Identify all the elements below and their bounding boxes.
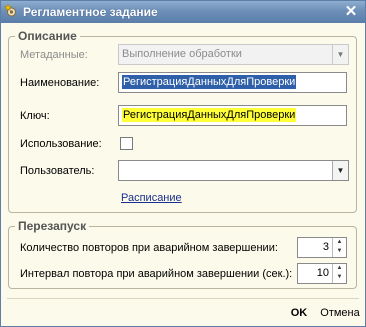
close-button[interactable]: ✕	[343, 4, 359, 20]
spin-up-icon[interactable]: ▲	[333, 238, 346, 247]
gear-star-icon	[4, 4, 16, 17]
metadata-value: Выполнение обработки	[122, 48, 242, 60]
schedule-link[interactable]: Расписание	[121, 192, 182, 204]
retry-interval-input[interactable]: 10 ▲ ▼	[297, 263, 347, 284]
retry-count-spinner[interactable]: ▲ ▼	[332, 238, 346, 257]
user-select[interactable]: ▼	[118, 160, 349, 181]
title-bar[interactable]: Регламентное задание ✕	[1, 1, 365, 23]
name-label: Наименование:	[20, 77, 100, 89]
user-label: Пользователь:	[20, 165, 95, 177]
name-input[interactable]: РегистрацияДанныхДляПроверки	[118, 72, 347, 93]
description-group-title: Описание	[15, 29, 80, 43]
restart-group-title: Перезапуск	[15, 219, 90, 233]
retry-interval-spinner[interactable]: ▲ ▼	[332, 264, 346, 283]
retry-interval-value: 10	[316, 267, 329, 279]
ok-button[interactable]: OK	[287, 305, 311, 323]
retry-count-input[interactable]: 3 ▲ ▼	[297, 237, 347, 258]
key-input[interactable]: РегистрацияДанныхДляПроверки	[118, 105, 347, 126]
spin-down-icon[interactable]: ▼	[333, 247, 346, 256]
cancel-button[interactable]: Отмена	[319, 305, 361, 323]
key-label: Ключ:	[20, 110, 50, 122]
window-title: Регламентное задание	[23, 5, 158, 19]
usage-checkbox[interactable]	[120, 137, 133, 150]
scheduled-task-dialog: Регламентное задание ✕ Описание Метаданн…	[0, 0, 366, 327]
retry-count-value: 3	[322, 241, 329, 253]
spin-down-icon[interactable]: ▼	[333, 273, 346, 282]
name-value: РегистрацияДанныхДляПроверки	[122, 75, 297, 89]
metadata-dropdown-button: ▼	[332, 45, 348, 64]
user-dropdown-button[interactable]: ▼	[332, 161, 348, 180]
retry-count-label: Количество повторов при аварийном заверш…	[20, 242, 278, 254]
chevron-down-icon: ▼	[336, 166, 345, 175]
usage-label: Использование:	[20, 138, 102, 150]
metadata-label: Метаданные:	[20, 49, 88, 61]
retry-interval-label: Интервал повтора при аварийном завершени…	[20, 268, 293, 280]
spin-up-icon[interactable]: ▲	[333, 264, 346, 273]
key-value: РегистрацияДанныхДляПроверки	[122, 108, 297, 122]
metadata-field: Выполнение обработки ▼	[118, 44, 349, 65]
chevron-down-icon: ▼	[336, 50, 345, 59]
close-icon: ✕	[344, 3, 358, 20]
bottom-divider	[7, 298, 359, 299]
